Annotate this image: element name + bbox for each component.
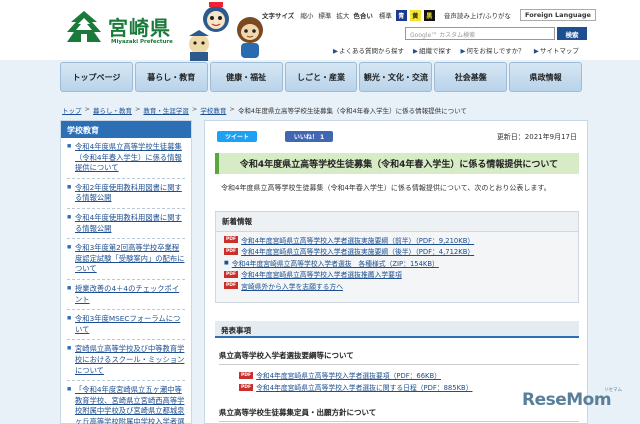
news-item[interactable]: PDF 令和4年度宮崎県立高等学校入学者選抜実施要綱（後半）（PDF：4,712…	[224, 246, 570, 258]
breadcrumb-separator: >	[134, 105, 141, 113]
what-looking-for-link[interactable]: ▶何をお探しですか？	[461, 45, 525, 55]
document-item[interactable]: PDF 令和4年度宮崎県立高等学校入学者選抜に関する日程（PDF：885KB）	[239, 381, 473, 393]
sidebar-item[interactable]: 「令和4年度宮崎県立五ヶ瀬中等教育学校、宮崎県立宮崎西高等学校附属中学校及び宮崎…	[67, 381, 185, 424]
document-list: PDF 令和4年度宮崎県立高等学校入学者選抜要項（PDF：66KB） PDF 令…	[239, 369, 473, 393]
news-link[interactable]: 令和4年度宮崎県立高等学校入学者選抜推薦入学要項	[241, 269, 402, 279]
sidebar: 学校教育 令和4年度県立高等学校生徒募集（令和4年春入学生）に係る情報提供につい…	[60, 120, 192, 424]
site-logo-text[interactable]: 宮崎県	[108, 12, 171, 41]
pdf-icon: PDF	[224, 270, 239, 278]
pdf-icon: PDF	[239, 383, 254, 391]
color-standard-button[interactable]: 標準	[378, 9, 393, 21]
prefecture-emblem-icon[interactable]	[64, 8, 104, 48]
font-size-label: 文字サイズ	[262, 12, 295, 20]
document-link[interactable]: 令和4年度宮崎県立高等学校入学者選抜に関する日程（PDF：885KB）	[256, 382, 472, 392]
breadcrumb-current: 令和4年度県立高等学校生徒募集（令和4年春入学生）に係る情報提供について	[237, 107, 467, 115]
intro-text: 令和4年度県立高等学校生徒募集（令和4年春入学生）に係る情報提供について、次のと…	[221, 184, 551, 192]
news-item[interactable]: PDF 宮崎県外から入学を志願する方へ	[224, 280, 570, 292]
color-blue-button[interactable]: 青	[395, 9, 407, 21]
breadcrumb-separator: >	[84, 105, 90, 113]
nav-prefectural-info[interactable]: 県政情報	[509, 62, 583, 92]
arrow-right-icon: ▶	[533, 47, 539, 55]
sidebar-item[interactable]: 宮崎県立高等学校及び中等教育学校におけるスクール・ミッションについて	[67, 340, 185, 382]
sidebar-item[interactable]: 令和4年度使用教科用図書に関する情報公開	[67, 209, 185, 240]
breadcrumb-separator: >	[191, 105, 198, 113]
subsection-heading: 県立高等学校入学者選抜要綱等について	[219, 350, 579, 365]
nav-living-education[interactable]: 暮らし・教育	[134, 62, 208, 92]
font-size-standard-button[interactable]: 標準	[317, 9, 332, 21]
color-yellow-button[interactable]: 黄	[409, 9, 421, 21]
section-heading: 発表事項	[215, 321, 579, 338]
news-item[interactable]: ■ 令和4年度宮崎県立高等学校入学者選抜 各種様式（ZIP：154KB）	[224, 257, 570, 269]
sidebar-item[interactable]: 令和3年度MSECフォーラムについて	[67, 310, 185, 341]
arrow-right-icon: ▶	[413, 47, 418, 55]
nav-infrastructure[interactable]: 社会基盤	[434, 62, 508, 92]
nav-top[interactable]: トップページ	[60, 62, 133, 92]
color-label: 色合い	[353, 12, 373, 20]
voice-reading-link[interactable]: 音声読み上げ/ふりがな	[444, 10, 511, 20]
font-size-enlarge-button[interactable]: 拡大	[335, 9, 350, 21]
resemom-watermark: ReseMom	[522, 390, 612, 410]
document-item[interactable]: PDF 令和4年度宮崎県立高等学校入学者選抜要項（PDF：66KB）	[239, 369, 473, 381]
bullet-icon: ■	[224, 259, 229, 266]
sidebar-item[interactable]: 授業改善の4＋4のチェックポイント	[67, 280, 185, 311]
nav-work-industry[interactable]: しごと・産業	[284, 62, 358, 92]
search-button[interactable]: 検索	[557, 27, 587, 40]
global-navigation: トップページ 暮らし・教育 健康・福祉 しごと・産業 観光・文化・交流 社会基盤…	[60, 62, 583, 92]
breadcrumb-school[interactable]: 学校教育	[200, 105, 226, 115]
nav-health-welfare[interactable]: 健康・福祉	[209, 62, 283, 92]
sidebar-item[interactable]: 令和3年度第2回高等学校卒業程度認定試験「受験案内」の配布について	[67, 239, 185, 280]
sidebar-item[interactable]: 令和4年度県立高等学校生徒募集（令和4年春入学生）に係る情報提供について	[67, 138, 185, 179]
organization-link[interactable]: ▶組織で探す	[413, 45, 452, 55]
tweet-button[interactable]: ツイート	[217, 131, 257, 142]
page-title: 令和4年度県立高等学校生徒募集（令和4年春入学生）に係る情報提供について	[215, 153, 579, 174]
sidebar-title[interactable]: 学校教育	[61, 121, 191, 138]
pdf-icon: PDF	[224, 247, 239, 255]
utility-links: ▶よくある質問から探す ▶組織で探す ▶何をお探しですか？ ▶サイトマップ	[333, 45, 579, 55]
news-title: 新着情報	[216, 212, 578, 232]
breadcrumb-living[interactable]: 暮らし・教育	[93, 105, 132, 115]
update-date: 更新日：2021年9月17日	[496, 133, 577, 141]
pdf-icon: PDF	[224, 282, 239, 290]
pdf-icon: PDF	[224, 236, 239, 244]
arrow-right-icon: ▶	[460, 47, 466, 55]
news-box: 新着情報 PDF 令和4年度宮崎県立高等学校入学者選抜実施要綱（前半）（PDF：…	[215, 211, 579, 303]
news-list: PDF 令和4年度宮崎県立高等学校入学者選抜実施要綱（前半）（PDF：9,210…	[216, 232, 578, 294]
breadcrumb: トップ > 暮らし・教育 > 教育・生涯学習 > 学校教育 > 令和4年度県立高等学校生…	[62, 105, 467, 115]
news-link[interactable]: 宮崎県外から入学を志願する方へ	[241, 281, 343, 291]
breadcrumb-top[interactable]: トップ	[62, 105, 82, 115]
sidebar-list: 令和4年度県立高等学校生徒募集（令和4年春入学生）に係る情報提供について 令和2…	[61, 138, 191, 424]
faq-link[interactable]: ▶よくある質問から探す	[333, 45, 404, 55]
document-link[interactable]: 令和4年度宮崎県立高等学校入学者選抜要項（PDF：66KB）	[256, 370, 441, 380]
arrow-right-icon: ▶	[333, 47, 338, 55]
accessibility-toolbar: 文字サイズ 縮小 標準 拡大 色合い 標準 青 黄 黒 音声読み上げ/ふりがな …	[262, 9, 596, 21]
mascot-character-icon	[189, 30, 209, 61]
color-black-button[interactable]: 黒	[423, 9, 435, 21]
sitemap-link[interactable]: ▶サイトマップ	[534, 45, 579, 55]
facebook-like-button[interactable]: いいね！ 1	[285, 131, 333, 142]
site-logo-subtitle: Miyazaki Prefecture	[111, 39, 173, 45]
font-size-shrink-button[interactable]: 縮小	[299, 9, 314, 21]
main-content: ツイート いいね！ 1 更新日：2021年9月17日 令和4年度県立高等学校生徒…	[204, 120, 588, 424]
news-item[interactable]: PDF 令和4年度宮崎県立高等学校入学者選抜実施要綱（前半）（PDF：9,210…	[224, 234, 570, 246]
pdf-icon: PDF	[239, 371, 254, 379]
search-input[interactable]: Google™ カスタム検索	[405, 27, 555, 40]
foreign-language-button[interactable]: Foreign Language	[520, 9, 596, 21]
news-item[interactable]: PDF 令和4年度宮崎県立高等学校入学者選抜推薦入学要項	[224, 269, 570, 281]
breadcrumb-separator: >	[229, 105, 235, 113]
news-link[interactable]: 令和4年度宮崎県立高等学校入学者選抜実施要綱（後半）（PDF：4,712KB）	[241, 246, 474, 256]
nav-tourism-culture[interactable]: 観光・文化・交流	[359, 62, 433, 92]
mascot-character-icon	[203, 2, 229, 32]
sidebar-item[interactable]: 令和2年度使用教科用図書に関する情報公開	[67, 179, 185, 209]
news-link[interactable]: 令和4年度宮崎県立高等学校入学者選抜実施要綱（前半）（PDF：9,210KB）	[241, 235, 474, 245]
news-link[interactable]: 令和4年度宮崎県立高等学校入学者選抜 各種様式（ZIP：154KB）	[232, 258, 439, 268]
breadcrumb-education[interactable]: 教育・生涯学習	[143, 105, 189, 115]
resemom-watermark-sub: リセマム	[604, 388, 622, 393]
